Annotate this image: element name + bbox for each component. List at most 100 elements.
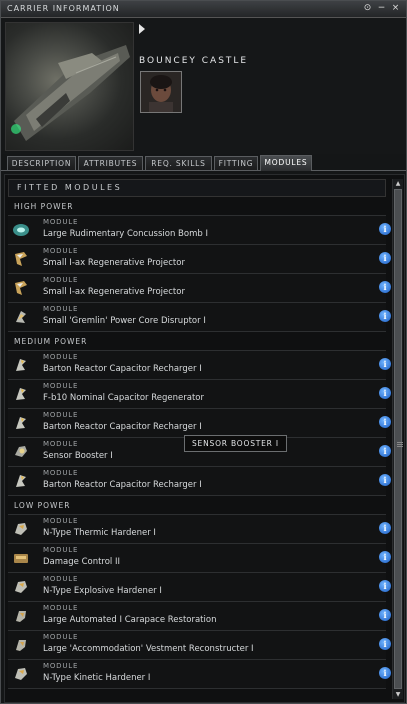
- module-type-label: MODULE: [43, 469, 79, 477]
- bomb-icon: [13, 224, 29, 236]
- info-icon[interactable]: i: [379, 223, 391, 235]
- module-type-label: MODULE: [43, 247, 79, 255]
- module-name: N-Type Thermic Hardener I: [43, 528, 156, 538]
- info-icon[interactable]: i: [379, 551, 391, 563]
- tab-bar: DESCRIPTION ATTRIBUTES REQ. SKILLS FITTI…: [1, 154, 406, 171]
- info-icon[interactable]: i: [379, 445, 391, 457]
- list-item[interactable]: MODULE Barton Reactor Capacitor Recharge…: [8, 351, 391, 380]
- tab-description[interactable]: DESCRIPTION: [7, 156, 76, 170]
- tab-fitting[interactable]: FITTING: [214, 156, 258, 170]
- section-medium-power: MEDIUM POWER: [8, 332, 386, 351]
- projector-icon: [15, 252, 27, 266]
- module-name: Small 'Gremlin' Power Core Disruptor I: [43, 316, 206, 326]
- module-type-label: MODULE: [43, 517, 79, 525]
- info-icon[interactable]: i: [379, 416, 391, 428]
- module-name: Sensor Booster I: [43, 451, 113, 461]
- module-type-label: MODULE: [43, 218, 79, 226]
- list-item[interactable]: MODULE Damage Control II i: [8, 544, 391, 573]
- list-item[interactable]: MODULE Large 'Accommodation' Vestment Re…: [8, 631, 391, 660]
- info-icon[interactable]: i: [379, 252, 391, 264]
- module-name: N-Type Explosive Hardener I: [43, 586, 162, 596]
- disruptor-icon: [16, 311, 26, 323]
- close-icon[interactable]: ×: [390, 3, 401, 14]
- module-name: Small I-ax Regenerative Projector: [43, 287, 185, 297]
- capacitor-icon: [16, 475, 26, 487]
- list-item[interactable]: MODULE N-Type Thermic Hardener I i: [8, 515, 391, 544]
- module-type-label: MODULE: [43, 353, 79, 361]
- settings-icon[interactable]: ⊙: [362, 3, 373, 14]
- armor-icon: [16, 640, 26, 651]
- carrier-information-window: CARRIER INFORMATION ⊙ − × BOUNCEY CASTLE: [0, 0, 407, 704]
- list-item[interactable]: MODULE Barton Reactor Capacitor Recharge…: [8, 409, 391, 438]
- section-low-power: LOW POWER: [8, 496, 386, 515]
- info-icon[interactable]: i: [379, 387, 391, 399]
- capacitor-icon: [16, 388, 26, 400]
- tab-req-skills[interactable]: REQ. SKILLS: [145, 156, 212, 170]
- module-type-label: MODULE: [43, 546, 79, 554]
- module-type-label: MODULE: [43, 382, 79, 390]
- hardener-icon: [15, 581, 27, 593]
- list-item[interactable]: MODULE N-Type Kinetic Hardener I i: [8, 660, 391, 689]
- info-icon[interactable]: i: [379, 281, 391, 293]
- module-name: Barton Reactor Capacitor Recharger I: [43, 364, 202, 374]
- info-icon[interactable]: i: [379, 609, 391, 621]
- sensor-icon: [15, 446, 27, 457]
- tab-attributes[interactable]: ATTRIBUTES: [78, 156, 143, 170]
- tab-modules[interactable]: MODULES: [260, 155, 312, 171]
- hardener-icon: [15, 523, 27, 535]
- module-name: Large Rudimentary Concussion Bomb I: [43, 229, 208, 239]
- title-bar[interactable]: CARRIER INFORMATION ⊙ − ×: [1, 1, 406, 18]
- list-item[interactable]: MODULE Large Automated I Carapace Restor…: [8, 602, 391, 631]
- section-high-power: HIGH POWER: [8, 197, 386, 216]
- module-type-label: MODULE: [43, 305, 79, 313]
- vertical-scrollbar[interactable]: ▲ ▼: [392, 179, 403, 699]
- scroll-down-icon[interactable]: ▼: [393, 690, 403, 699]
- list-item[interactable]: MODULE F-b10 Nominal Capacitor Regenerat…: [8, 380, 391, 409]
- damage-control-icon: [14, 554, 28, 563]
- scroll-thumb[interactable]: [394, 189, 403, 689]
- module-name: N-Type Kinetic Hardener I: [43, 673, 151, 683]
- grip-icon: [397, 442, 403, 443]
- module-type-label: MODULE: [43, 276, 79, 284]
- info-icon[interactable]: i: [379, 667, 391, 679]
- ship-name: BOUNCEY CASTLE: [139, 56, 249, 66]
- module-name: Large 'Accommodation' Vestment Reconstru…: [43, 644, 254, 654]
- window-title: CARRIER INFORMATION: [7, 4, 120, 13]
- list-item[interactable]: MODULE Small I-ax Regenerative Projector…: [8, 245, 391, 274]
- info-icon[interactable]: i: [379, 310, 391, 322]
- projector-icon: [15, 281, 27, 295]
- module-name: Damage Control II: [43, 557, 121, 567]
- capacitor-icon: [16, 359, 26, 371]
- list-item[interactable]: MODULE Large Rudimentary Concussion Bomb…: [8, 216, 391, 245]
- module-name: Barton Reactor Capacitor Recharger I: [43, 422, 202, 432]
- list-header: FITTED MODULES: [8, 179, 386, 197]
- info-icon[interactable]: i: [379, 474, 391, 486]
- info-icon[interactable]: i: [379, 522, 391, 534]
- info-icon[interactable]: i: [379, 580, 391, 592]
- list-item[interactable]: MODULE Small 'Gremlin' Power Core Disrup…: [8, 303, 391, 332]
- module-name: Small I-ax Regenerative Projector: [43, 258, 185, 268]
- info-icon[interactable]: i: [379, 358, 391, 370]
- scroll-up-icon[interactable]: ▲: [393, 179, 403, 188]
- minimize-icon[interactable]: −: [376, 3, 387, 14]
- module-type-label: MODULE: [43, 633, 79, 641]
- hardener-icon: [15, 668, 27, 680]
- tooltip: SENSOR BOOSTER I: [184, 435, 287, 452]
- list-item[interactable]: MODULE N-Type Explosive Hardener I i: [8, 573, 391, 602]
- ship-image: [5, 22, 134, 151]
- expand-arrow-icon[interactable]: [139, 24, 145, 34]
- module-type-label: MODULE: [43, 440, 79, 448]
- module-type-label: MODULE: [43, 604, 79, 612]
- ship-header: BOUNCEY CASTLE: [1, 18, 406, 154]
- module-name: F-b10 Nominal Capacitor Regenerator: [43, 393, 204, 403]
- module-type-label: MODULE: [43, 411, 79, 419]
- module-type-label: MODULE: [43, 662, 79, 670]
- module-name: Large Automated I Carapace Restoration: [43, 615, 217, 625]
- module-name: Barton Reactor Capacitor Recharger I: [43, 480, 202, 490]
- info-icon[interactable]: i: [379, 638, 391, 650]
- list-item[interactable]: MODULE Small I-ax Regenerative Projector…: [8, 274, 391, 303]
- list-item[interactable]: MODULE Barton Reactor Capacitor Recharge…: [8, 467, 391, 496]
- pilot-portrait[interactable]: [140, 71, 182, 113]
- module-type-label: MODULE: [43, 575, 79, 583]
- capacitor-icon: [16, 417, 26, 429]
